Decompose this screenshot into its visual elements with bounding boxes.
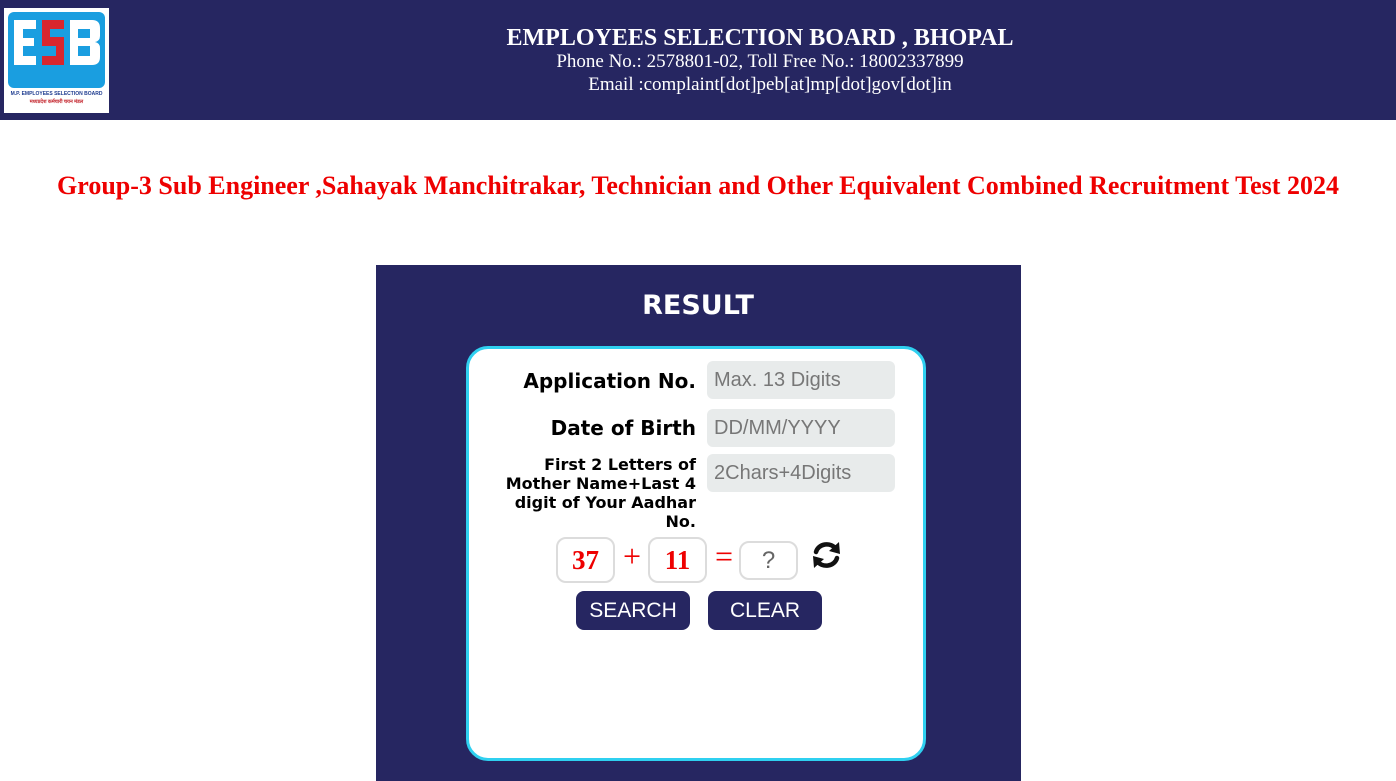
org-phone: Phone No.: 2578801-02, Toll Free No.: 18… (556, 51, 964, 72)
date-of-birth-label: Date of Birth (550, 416, 696, 440)
site-header: M.P. EMPLOYEES SELECTION BOARD मध्यप्रदे… (0, 0, 1396, 120)
captcha-answer-input[interactable] (739, 541, 798, 580)
refresh-icon[interactable] (810, 540, 843, 570)
clear-button[interactable]: CLEAR (708, 591, 822, 630)
result-panel-title: RESULT (642, 290, 754, 321)
search-button[interactable]: SEARCH (576, 591, 690, 630)
captcha-operand-2: 11 (648, 537, 707, 583)
captcha-equals-sign: = (714, 538, 734, 574)
captcha-plus-sign: + (622, 538, 642, 574)
exam-title: Group-3 Sub Engineer ,Sahayak Manchitrak… (57, 171, 1339, 200)
mother-aadhar-input[interactable] (707, 454, 895, 492)
date-of-birth-input[interactable] (707, 409, 895, 447)
captcha-operand-1: 37 (556, 537, 615, 583)
org-email: Email :complaint[dot]peb[at]mp[dot]gov[d… (588, 74, 952, 95)
application-number-input[interactable] (707, 361, 895, 399)
org-name: EMPLOYEES SELECTION BOARD , BHOPAL (506, 25, 1014, 51)
logo-subtitle-hindi: मध्यप्रदेश कर्मचारी चयन मंडल (29, 99, 84, 105)
mother-aadhar-label: First 2 Letters of Mother Name+Last 4 di… (505, 455, 696, 531)
application-number-label: Application No. (523, 369, 696, 393)
